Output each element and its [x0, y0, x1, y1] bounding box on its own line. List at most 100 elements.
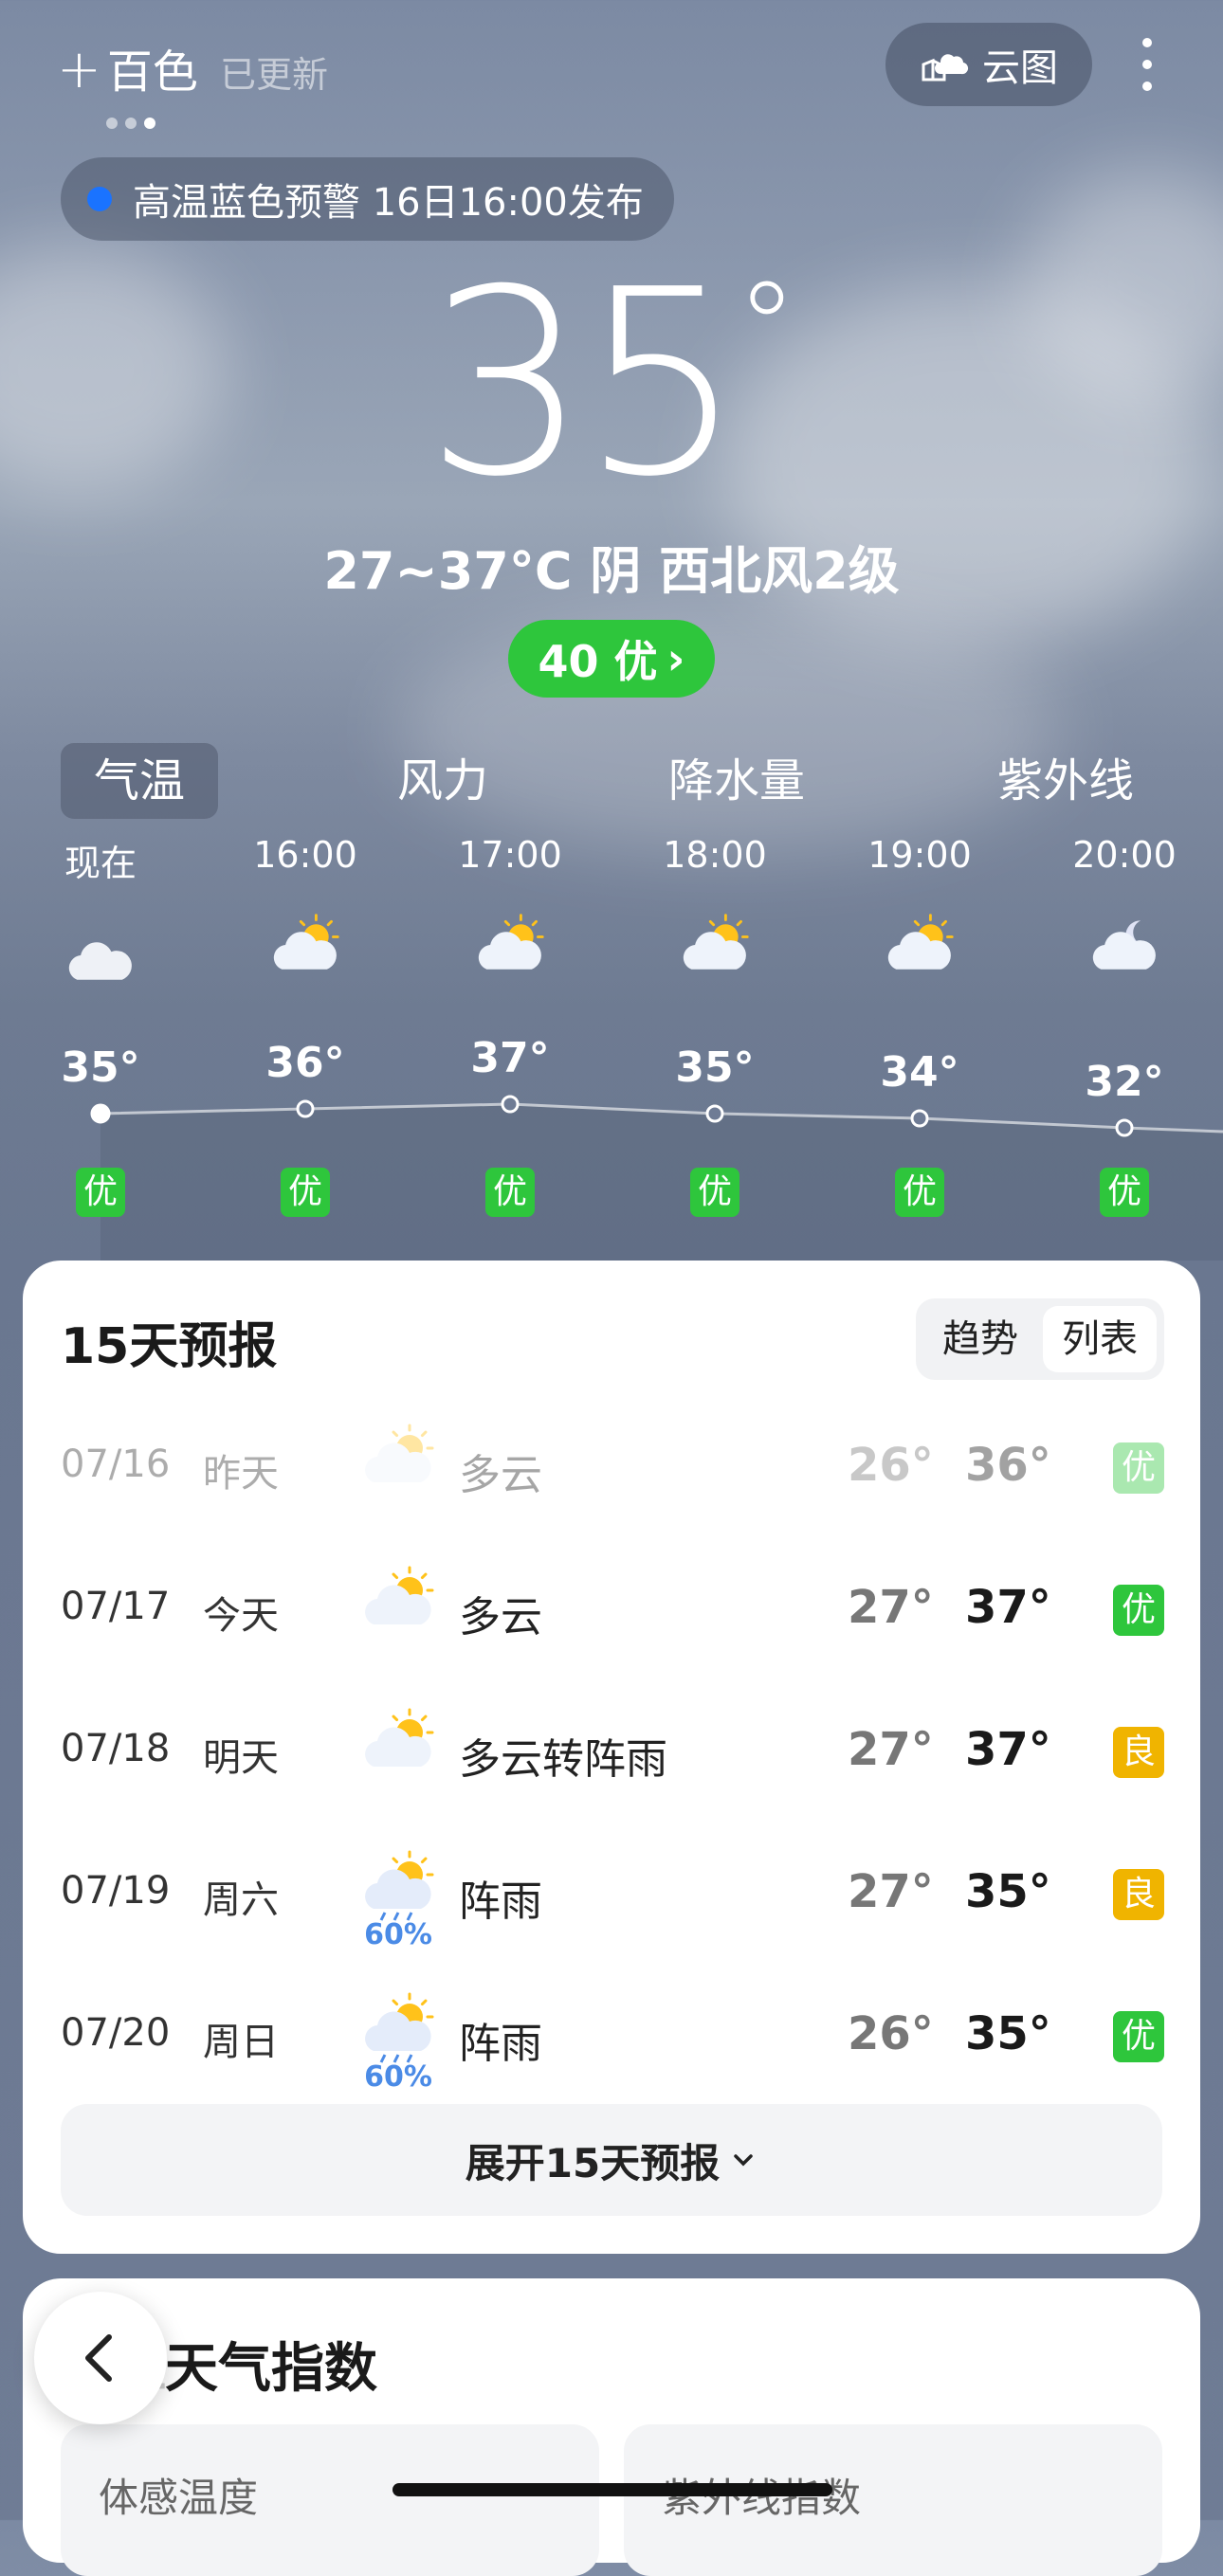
hour-temp: 37° — [470, 1034, 550, 1082]
hour-column: 20:00 32° 优 — [1058, 825, 1191, 1217]
trend-point — [1115, 1118, 1134, 1137]
forecast-row[interactable]: 07/20 周日 60% 阵雨 26° 35° 优 — [23, 1969, 1200, 2112]
forecast-row[interactable]: 07/19 周六 60% 阵雨 27° 35° 良 — [23, 1827, 1200, 1969]
temperature-trend-line — [90, 1095, 1223, 1261]
hour-aqi-badge: 优 — [485, 1168, 535, 1217]
feels-like-card[interactable]: 体感温度 — [61, 2424, 599, 2576]
hour-aqi-badge: 优 — [281, 1168, 330, 1217]
forecast-desc: 多云转阵雨 — [459, 1735, 667, 1784]
forecast-high: 37° — [965, 1723, 1051, 1776]
partly-sunny-icon — [360, 1704, 436, 1780]
forecast-desc: 多云 — [459, 1593, 542, 1642]
forecast-aqi-badge: 良 — [1113, 1869, 1164, 1920]
hour-time: 现在 — [64, 843, 137, 884]
forecast-row[interactable]: 07/17 今天 多云 27° 37° 优 — [23, 1543, 1200, 1685]
forecast-aqi-badge: 优 — [1113, 1585, 1164, 1636]
toggle-list[interactable]: 列表 — [1043, 1306, 1157, 1372]
partly-sunny-icon — [360, 1562, 436, 1638]
trend-point — [501, 1095, 520, 1114]
expand-forecast-button[interactable]: 展开15天预报 — [61, 2104, 1162, 2216]
precip-probability: 60% — [364, 2060, 432, 2094]
cloudy-icon — [34, 918, 167, 994]
city-name: 百色 — [106, 45, 198, 99]
partly-sunny-icon — [444, 908, 576, 984]
temperature-value: 35 — [425, 234, 744, 533]
hour-column: 现在 35° 优 — [34, 825, 167, 1217]
hour-aqi-badge: 优 — [690, 1168, 739, 1217]
hour-temp: 36° — [265, 1039, 345, 1087]
hour-column: 18:00 35° 优 — [648, 825, 781, 1217]
chevron-right-icon: › — [666, 633, 685, 684]
forecast-low: 27° — [848, 1581, 934, 1634]
city-switcher[interactable]: + 百色 — [57, 34, 198, 100]
tab-temperature[interactable]: 气温 — [61, 743, 218, 819]
back-arrow-icon — [85, 2334, 112, 2382]
hourly-tabs: 气温 风力 降水量 紫外线 — [61, 743, 1179, 819]
more-vertical-icon[interactable] — [1134, 38, 1160, 91]
partly-sunny-icon — [853, 908, 986, 984]
forecast-date: 07/20 — [61, 2011, 171, 2055]
forecast-day: 昨天 — [203, 1452, 279, 1496]
hour-time: 18:00 — [663, 834, 767, 876]
trend-point — [705, 1104, 724, 1123]
forecast-desc: 阵雨 — [459, 1878, 542, 1926]
forecast-high: 37° — [965, 1581, 1051, 1634]
forecast-day: 周日 — [203, 2021, 279, 2064]
degree-symbol: ° — [736, 255, 798, 399]
aqi-button[interactable]: 40 优 › — [508, 620, 715, 698]
trend-point — [296, 1099, 315, 1118]
forecast-low: 27° — [848, 1865, 934, 1918]
hour-time: 19:00 — [867, 834, 972, 876]
feels-like-label: 体感温度 — [99, 2475, 259, 2521]
page-indicator — [106, 118, 155, 129]
forecast-card: 15天预报 趋势 列表 07/16 昨天 多云 26° 36° 优 07/17 今天 多云 27°… — [23, 1261, 1200, 2254]
uv-index-card[interactable]: 紫外线指数 — [624, 2424, 1162, 2576]
forecast-low: 26° — [848, 1439, 934, 1492]
hour-temp: 35° — [61, 1043, 140, 1092]
precip-probability: 60% — [364, 1918, 432, 1951]
forecast-row[interactable]: 07/16 昨天 多云 26° 36° 优 — [23, 1401, 1200, 1543]
hour-column: 17:00 37° 优 — [444, 825, 576, 1217]
forecast-aqi-badge: 优 — [1113, 1442, 1164, 1494]
forecast-aqi-badge: 良 — [1113, 1727, 1164, 1778]
hour-time: 16:00 — [253, 834, 357, 876]
alert-dot-icon — [87, 187, 112, 211]
index-title: 天气指数 — [165, 2338, 377, 2400]
trend-area — [100, 1104, 1223, 1261]
top-bar: + 百色 已更新 云图 — [0, 0, 1223, 133]
hour-aqi-badge: 优 — [895, 1168, 944, 1217]
hour-temp: 32° — [1085, 1058, 1164, 1106]
home-indicator[interactable] — [392, 2483, 832, 2496]
back-button[interactable] — [34, 2292, 167, 2424]
tab-wind[interactable]: 风力 — [364, 743, 521, 819]
view-toggle: 趋势 列表 — [916, 1298, 1164, 1380]
forecast-row[interactable]: 07/18 明天 多云转阵雨 27° 37° 良 — [23, 1685, 1200, 1827]
update-status: 已更新 — [220, 54, 329, 96]
weather-index-card: 专业 天气指数 体感温度 紫外线指数 — [23, 2278, 1200, 2576]
trend-point — [910, 1109, 929, 1128]
hour-column: 16:00 36° 优 — [239, 825, 372, 1217]
weather-alert[interactable]: 高温蓝色预警 16日16:00发布 — [61, 157, 674, 241]
forecast-high: 36° — [965, 1439, 1051, 1492]
tab-precipitation[interactable]: 降水量 — [648, 743, 825, 819]
hourly-forecast[interactable]: 现在 35° 优 16:00 36° 优 17:00 37° 优 18:00 35° 优 19:00 34… — [0, 825, 1223, 1261]
toggle-trend[interactable]: 趋势 — [923, 1306, 1037, 1372]
hour-temp: 35° — [675, 1043, 755, 1092]
partly-sunny-icon — [239, 908, 372, 984]
moon-cloud-icon — [1058, 908, 1191, 984]
forecast-low: 26° — [848, 2007, 934, 2060]
forecast-title: 15天预报 — [61, 1318, 278, 1375]
hour-column: 19:00 34° 优 — [853, 825, 986, 1217]
shower-icon — [360, 1988, 436, 2064]
tab-uv[interactable]: 紫外线 — [971, 743, 1160, 819]
forecast-low: 27° — [848, 1723, 934, 1776]
hour-aqi-badge: 优 — [76, 1168, 125, 1217]
expand-label: 展开15天预报 — [465, 2139, 721, 2186]
cloud-map-button[interactable]: 云图 — [885, 23, 1092, 106]
trend-point — [90, 1103, 111, 1124]
forecast-day: 今天 — [203, 1594, 279, 1638]
forecast-day: 明天 — [203, 1736, 279, 1780]
hour-time: 20:00 — [1072, 834, 1177, 876]
plus-icon[interactable]: + — [57, 39, 101, 100]
hour-temp: 34° — [880, 1048, 959, 1097]
